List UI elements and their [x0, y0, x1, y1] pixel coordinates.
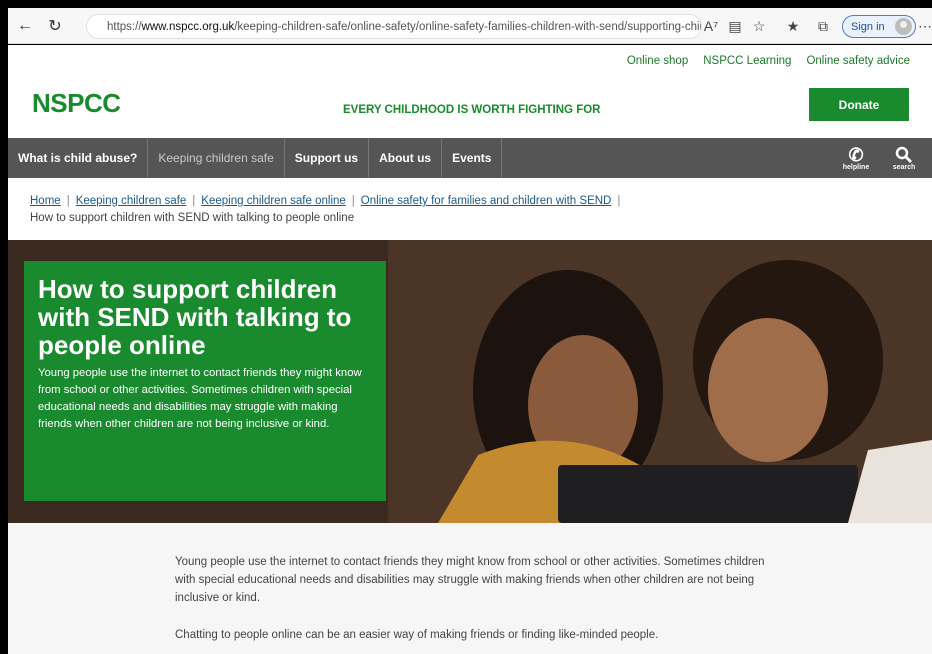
hero-lead: Young people use the internet to contact…	[38, 367, 362, 430]
breadcrumb-separator: |	[351, 195, 355, 207]
url-prefix: https://	[107, 20, 142, 33]
top-link-online-shop[interactable]: Online shop	[627, 55, 688, 67]
article-body: Young people use the internet to contact…	[8, 523, 932, 654]
hero-banner: How to support children with SEND with t…	[8, 240, 932, 523]
favorites-list-icon[interactable]: ★	[784, 17, 802, 35]
breadcrumb-separator: |	[617, 195, 621, 207]
breadcrumb-separator: |	[192, 195, 196, 207]
body-paragraph-1: Young people use the internet to contact…	[175, 556, 765, 604]
nspcc-logo[interactable]: NSPCC	[32, 88, 121, 119]
nav-item-child-abuse[interactable]: What is child abuse?	[8, 138, 149, 178]
top-link-online-safety-advice[interactable]: Online safety advice	[806, 55, 910, 67]
nav-item-support-us[interactable]: Support us	[285, 138, 370, 178]
read-aloud-icon[interactable]: A⁷	[702, 17, 720, 35]
nav-item-about-us[interactable]: About us	[369, 138, 443, 178]
tagline: EVERY CHILDHOOD IS WORTH FIGHTING FOR	[343, 104, 601, 116]
breadcrumb-keeping-children-safe[interactable]: Keeping children safe	[76, 193, 187, 210]
nav-item-keeping-children-safe[interactable]: Keeping children safe	[148, 138, 285, 178]
breadcrumb-home[interactable]: Home	[30, 193, 61, 210]
url-host: www.nspcc.org.uk	[141, 20, 235, 33]
sign-in-button[interactable]: Sign in	[842, 15, 916, 38]
collections-icon[interactable]: ⧉	[814, 17, 832, 35]
breadcrumb-online-safety-send[interactable]: Online safety for families and children …	[361, 193, 612, 210]
reader-view-icon[interactable]: ▤	[726, 17, 744, 35]
favorite-star-icon[interactable]: ☆	[750, 17, 768, 35]
address-bar[interactable]: https://www.nspcc.org.uk/keeping-childre…	[86, 14, 702, 39]
main-nav: What is child abuse? Keeping children sa…	[8, 138, 932, 178]
search-label: search	[892, 163, 916, 171]
top-link-nspcc-learning[interactable]: NSPCC Learning	[703, 55, 791, 67]
breadcrumb-current: How to support children with SEND with t…	[30, 212, 355, 224]
search-button[interactable]: search	[884, 138, 924, 178]
phone-icon: ✆	[848, 144, 864, 165]
profile-avatar-icon	[895, 18, 912, 35]
refresh-icon[interactable]: ↻	[42, 13, 68, 39]
url-path: /keeping-children-safe/online-safety/onl…	[234, 20, 702, 33]
sign-in-label: Sign in	[851, 20, 885, 33]
helpline-button[interactable]: ✆ helpline	[836, 138, 876, 178]
breadcrumb-keeping-children-safe-online[interactable]: Keeping children safe online	[201, 193, 346, 210]
nav-item-events[interactable]: Events	[442, 138, 503, 178]
utility-links: Online shop NSPCC Learning Online safety…	[627, 55, 910, 67]
donate-button[interactable]: Donate	[809, 88, 909, 121]
browser-toolbar: ← ↻ https://www.nspcc.org.uk/keeping-chi…	[8, 8, 932, 44]
more-menu-icon[interactable]: ⋯	[916, 17, 932, 35]
breadcrumb-separator: |	[66, 195, 70, 207]
breadcrumb: Home | Keeping children safe | Keeping c…	[30, 193, 730, 227]
search-icon	[895, 146, 912, 163]
web-page: Online shop NSPCC Learning Online safety…	[8, 45, 932, 654]
hero-text-box: How to support children with SEND with t…	[24, 261, 386, 501]
helpline-label: helpline	[842, 163, 870, 171]
page-title: How to support children with SEND with t…	[38, 274, 352, 360]
back-arrow-icon[interactable]: ←	[12, 13, 38, 39]
body-paragraph-2: Chatting to people online can be an easi…	[175, 629, 659, 641]
